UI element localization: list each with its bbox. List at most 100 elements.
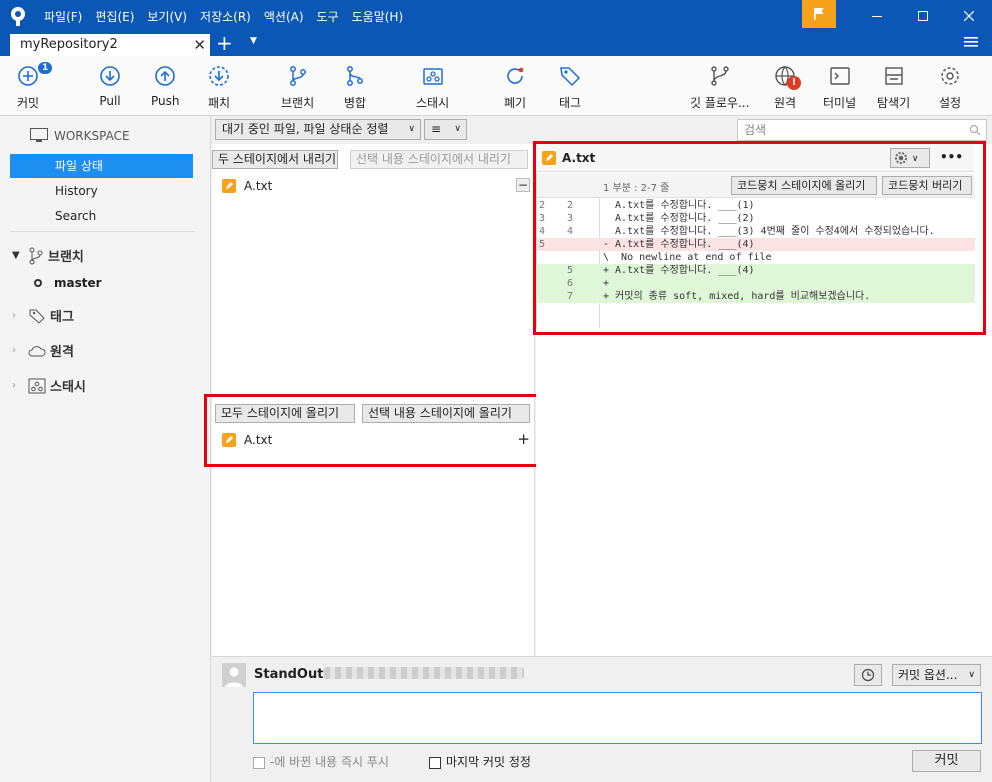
maximize-button[interactable] [900,0,946,32]
cloud-icon [28,345,46,356]
pull-label: Pull [99,94,121,108]
tab-repository[interactable]: myRepository2 ✕ [10,34,210,56]
commit-message-input[interactable] [253,692,982,744]
chevron-down-icon: ∨ [968,670,975,680]
stash-icon [28,378,46,393]
merge-label: 병합 [343,96,367,110]
close-window-button[interactable] [946,0,992,32]
avatar [222,663,246,687]
commit-panel: StandOut 커밋 옵션... ∨ -에 바뀐 내용 즉시 푸시 마지막 커… [212,656,992,782]
hamburger-menu-icon[interactable] [964,35,978,49]
list-view-icon: ≡ [431,122,442,136]
sidebar-group-branches[interactable]: ▼ 브랜치 [12,246,84,265]
commit-button[interactable]: 커밋 [912,750,981,772]
branch-master[interactable]: master [34,276,102,290]
flag-icon [814,8,824,20]
settings-button[interactable]: 설정 [938,64,962,114]
amend-commit-checkbox[interactable]: 마지막 커밋 정정 [429,753,531,770]
modified-file-icon [222,179,236,193]
branch-button[interactable]: 브랜치 [281,64,314,114]
sidebar-group-stashes[interactable]: › 스태시 [12,376,86,395]
clock-icon [861,668,875,682]
tag-button[interactable]: 태그 [558,64,582,114]
flag-button[interactable] [802,0,836,28]
branch-icon [29,247,43,264]
sidebar-item-file-status[interactable]: 파일 상태 [10,154,193,178]
gitflow-label: 깃 플로우... [690,96,750,110]
close-icon [964,11,974,21]
search-input[interactable]: 검색 [737,119,987,141]
explorer-icon [884,67,903,85]
commit-count-badge: 1 [38,62,53,74]
remote-button[interactable]: ! 원격 [773,64,801,114]
merge-button[interactable]: 병합 [343,64,367,114]
chevron-down-icon: ∨ [408,124,415,134]
menu-view[interactable]: 보기(V) [147,8,187,25]
tab-title: myRepository2 [20,37,118,52]
chevron-right-icon: › [12,380,16,391]
amend-commit-label: 마지막 커밋 정정 [446,755,531,769]
menu-tools[interactable]: 도구 [317,8,339,25]
settings-label: 설정 [938,96,962,110]
highlight-box-diff [533,141,986,335]
stash-icon [422,68,443,85]
stashes-label: 스태시 [50,380,86,395]
filter-bar: 대기 중인 파일, 파일 상태순 정렬 ∨ ≡ ∨ 검색 [212,116,992,144]
terminal-button[interactable]: 터미널 [823,64,856,114]
discard-button[interactable]: 폐기 [503,64,527,114]
staged-files-pane: 두 스테이지에서 내리기 선택 내용 스테이지에서 내리기 A.txt − [212,144,535,398]
unstage-selected-button[interactable]: 선택 내용 스테이지에서 내리기 [350,150,528,169]
commit-history-button[interactable] [854,664,882,686]
menu-bar: 파일(F) 편집(E) 보기(V) 저장소(R) 액션(A) 도구 도움말(H) [44,0,416,32]
commit-toolbar-button[interactable]: 1 커밋 [16,62,53,114]
monitor-icon [30,128,48,142]
workspace-label: WORKSPACE [54,128,130,143]
push-button[interactable]: Push [151,64,180,114]
staged-file-name: A.txt [244,179,273,193]
unstage-file-icon[interactable]: − [516,178,530,192]
sidebar-item-history[interactable]: History [10,179,193,203]
sidebar-item-search[interactable]: Search [10,204,193,228]
remotes-label: 원격 [50,345,74,360]
menu-edit[interactable]: 편집(E) [95,8,134,25]
staged-file-row[interactable]: A.txt − [222,178,530,193]
menu-file[interactable]: 파일(F) [44,8,82,25]
sort-dropdown[interactable]: 대기 중인 파일, 파일 상태순 정렬 ∨ [215,119,421,140]
tab-dropdown-icon[interactable]: ▼ [250,36,257,46]
sort-dropdown-value: 대기 중인 파일, 파일 상태순 정렬 [222,122,389,136]
highlight-box-unstaged [204,394,545,467]
commit-label: 커밋 [16,96,40,110]
master-label: master [54,276,102,290]
minimize-button[interactable] [854,0,900,32]
commit-author: StandOut [254,667,324,682]
tab-close-icon[interactable]: ✕ [193,34,206,56]
terminal-icon [829,67,850,85]
workspace-header: WORKSPACE [30,128,130,143]
remote-alert-badge: ! [787,76,801,90]
menu-actions[interactable]: 액션(A) [264,8,304,25]
commit-icon [18,66,38,86]
unstage-all-button[interactable]: 두 스테이지에서 내리기 [212,150,338,169]
sidebar-divider [10,231,195,232]
push-immediately-checkbox[interactable]: -에 바뀐 내용 즉시 푸시 [253,753,389,770]
pull-button[interactable]: Pull [98,64,122,114]
view-mode-dropdown[interactable]: ≡ ∨ [424,119,467,140]
commit-options-dropdown[interactable]: 커밋 옵션... ∨ [892,664,981,686]
sidebar: WORKSPACE 파일 상태 History Search ▼ 브랜치 mas… [0,116,211,782]
new-tab-button[interactable]: + [216,32,233,54]
checkbox-icon [429,756,441,769]
explorer-button[interactable]: 탐색기 [877,64,910,114]
sidebar-group-tags[interactable]: › 태그 [12,306,74,325]
tag-icon [560,67,581,87]
sidebar-group-remotes[interactable]: › 원격 [12,341,74,360]
chevron-down-icon: ∨ [454,124,461,134]
stash-button[interactable]: 스태시 [416,64,449,114]
tag-label: 태그 [558,96,582,110]
menu-repository[interactable]: 저장소(R) [200,8,251,25]
fetch-button[interactable]: 패치 [207,64,231,114]
terminal-label: 터미널 [823,96,857,110]
gitflow-button[interactable]: 깃 플로우... [690,64,749,114]
maximize-icon [918,11,928,21]
author-email-blurred [324,667,524,679]
menu-help[interactable]: 도움말(H) [352,8,404,25]
